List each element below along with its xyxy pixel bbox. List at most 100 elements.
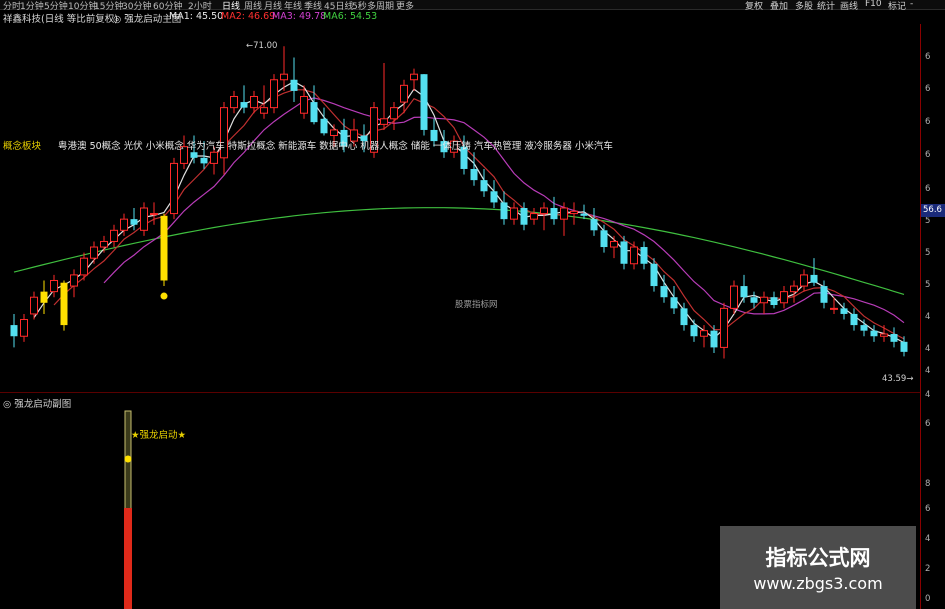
candle-body[interactable]	[140, 207, 148, 231]
candle-body[interactable]	[790, 285, 798, 293]
candle-body[interactable]	[60, 282, 68, 326]
candle-body[interactable]	[690, 325, 698, 337]
watermark-title: 指标公式网	[765, 546, 871, 570]
candle-body[interactable]	[680, 308, 688, 326]
candle-body[interactable]	[200, 157, 208, 164]
candle-body[interactable]	[780, 291, 788, 304]
price-axis: 6 6 6 6 6 5 5 5 4 4 4 4 6 8 6 4 2 0	[920, 24, 945, 609]
candle-body[interactable]	[120, 218, 128, 231]
tool-button-7[interactable]: -	[910, 0, 913, 9]
ma1-readout: MA1: 45.50	[169, 11, 224, 22]
candle-body[interactable]	[630, 246, 638, 265]
tool-button-5[interactable]: F10	[865, 0, 882, 9]
candle-body[interactable]	[850, 313, 858, 326]
high-price-annotation: ←71.00	[246, 41, 278, 51]
candle-body[interactable]	[810, 274, 818, 283]
candle-body[interactable]	[640, 247, 648, 264]
candle-body[interactable]	[760, 296, 768, 304]
candle-body[interactable]	[730, 285, 738, 309]
candle-body[interactable]	[770, 297, 778, 306]
candle-body[interactable]	[110, 229, 118, 242]
tool-button-2[interactable]: 多股	[795, 0, 813, 12]
candle-body[interactable]	[660, 286, 668, 298]
candle-body[interactable]	[650, 263, 658, 287]
candle-body[interactable]	[540, 207, 548, 215]
candle-body[interactable]	[670, 297, 678, 309]
candle-body[interactable]	[840, 308, 848, 314]
candle-body[interactable]	[50, 279, 58, 293]
candle-body[interactable]	[520, 208, 528, 225]
candle-body[interactable]	[740, 286, 748, 298]
watermark-url: www.zbgs3.com	[753, 574, 883, 593]
candle-body[interactable]	[390, 107, 398, 120]
candle-body[interactable]	[380, 118, 388, 125]
candle-body[interactable]	[280, 73, 288, 81]
candle-body[interactable]	[190, 152, 198, 158]
candle-body[interactable]	[150, 213, 158, 216]
candle-body[interactable]	[830, 307, 838, 310]
candle-body[interactable]	[550, 208, 558, 220]
candle-body[interactable]	[890, 334, 898, 342]
candle-body[interactable]	[80, 257, 88, 276]
candle-body[interactable]	[210, 151, 218, 164]
candle-body[interactable]	[100, 240, 108, 248]
axis-label-16: 2	[925, 564, 931, 574]
candle-body[interactable]	[170, 162, 178, 215]
candle-body[interactable]	[610, 240, 618, 248]
candle-body[interactable]	[880, 333, 888, 337]
candle-body[interactable]	[130, 219, 138, 225]
candle-body[interactable]	[530, 213, 538, 220]
concept-board-row: 概念板块 粤港澳 50概念 光伏 小米概念 华为汽车 特斯拉概念 新能源车 数据…	[3, 138, 613, 152]
candle-body[interactable]	[800, 274, 808, 287]
candle-body[interactable]	[400, 84, 408, 103]
candle-body[interactable]	[560, 207, 568, 220]
tool-button-4[interactable]: 画线	[840, 0, 858, 12]
candle-body[interactable]	[510, 207, 518, 220]
candle-body[interactable]	[490, 191, 498, 203]
candle-body[interactable]	[600, 230, 608, 248]
tool-button-1[interactable]: 叠加	[770, 0, 788, 12]
axis-label-9: 4	[925, 344, 931, 354]
main-candlestick-chart[interactable]	[0, 24, 920, 392]
candle-body[interactable]	[620, 241, 628, 264]
candle-body[interactable]	[160, 215, 168, 281]
candle-body[interactable]	[290, 79, 298, 91]
candle-body[interactable]	[900, 341, 908, 352]
candle-body[interactable]	[580, 213, 588, 216]
candle-body[interactable]	[300, 95, 308, 114]
candle-body[interactable]	[750, 297, 758, 303]
tool-button-6[interactable]: 标记	[888, 0, 906, 12]
candle-body[interactable]	[30, 296, 38, 315]
candle-body[interactable]	[250, 95, 258, 109]
candle-body[interactable]	[570, 210, 578, 215]
candle-body[interactable]	[10, 325, 18, 337]
candle-body[interactable]	[720, 307, 728, 348]
candle-body[interactable]	[260, 107, 268, 114]
candle-body[interactable]	[240, 102, 248, 108]
candle-body[interactable]	[90, 246, 98, 259]
candle-body[interactable]	[410, 73, 418, 81]
candle-body[interactable]	[310, 102, 318, 123]
candle-body[interactable]	[500, 202, 508, 220]
tool-button-3[interactable]: 统计	[817, 0, 835, 12]
axis-label-7: 5	[925, 280, 931, 290]
candle-body[interactable]	[70, 274, 78, 287]
candle-body[interactable]	[320, 118, 328, 134]
current-price-badge: 56.6	[921, 204, 945, 217]
candle-body[interactable]	[820, 286, 828, 303]
candle-body[interactable]	[420, 74, 428, 130]
candle-body[interactable]	[590, 219, 598, 231]
tool-button-0[interactable]: 复权	[745, 0, 763, 12]
candle-body[interactable]	[700, 330, 708, 337]
candle-body[interactable]	[330, 129, 338, 137]
candle-body[interactable]	[230, 95, 238, 109]
candle-body[interactable]	[40, 291, 48, 303]
candle-body[interactable]	[20, 319, 28, 337]
candle-body[interactable]	[270, 79, 278, 109]
candle-body[interactable]	[860, 325, 868, 331]
candle-body[interactable]	[480, 180, 488, 192]
axis-label-17: 0	[925, 594, 931, 604]
candle-body[interactable]	[470, 168, 478, 181]
candle-body[interactable]	[870, 330, 878, 337]
candle-body[interactable]	[710, 330, 718, 348]
